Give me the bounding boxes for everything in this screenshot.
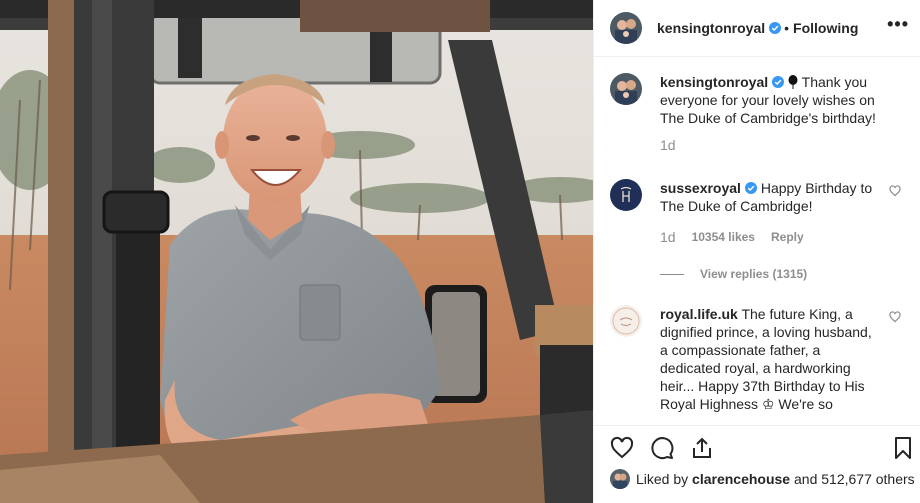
comment-bubble-icon[interactable] [650,436,674,460]
like-heart-icon[interactable] [610,436,634,460]
liked-by-user[interactable]: clarencehouse [692,471,790,487]
post-header: kensingtonroyal • Following ••• [594,0,920,57]
commenter-avatar[interactable] [610,179,642,211]
caption-avatar[interactable] [610,73,642,105]
comment-item: royal.life.uk The future King, a dignifi… [610,305,905,413]
liked-by: Liked by clarencehouse and 512,677 other… [610,469,915,489]
comment-username[interactable]: sussexroyal [660,180,741,196]
reply-button[interactable]: Reply [771,228,804,246]
author-avatar[interactable] [610,12,642,44]
commenter-avatar[interactable] [610,305,642,337]
verified-badge-icon [744,182,757,194]
heart-icon[interactable] [889,311,901,323]
bookmark-icon[interactable] [891,436,915,460]
liked-by-prefix: Liked by [636,471,689,487]
post-image [0,0,593,503]
balloon-icon [788,75,798,89]
view-replies-label: View replies (1315) [700,267,808,281]
liker-avatar[interactable] [610,469,630,489]
view-replies-button[interactable]: View replies (1315) [660,267,807,281]
caption-timestamp[interactable]: 1d [660,136,882,154]
post-sidebar: kensingtonroyal • Following ••• kensingt… [593,0,920,503]
liked-by-suffix[interactable]: and 512,677 others [794,471,915,487]
action-bar [594,425,920,467]
following-button[interactable]: Following [793,20,858,36]
post-photo[interactable] [0,0,593,503]
replies-divider [660,273,684,275]
comment-likes[interactable]: 10354 likes [692,228,755,246]
share-icon[interactable] [690,436,714,460]
post-caption: kensingtonroyal Thank you everyone for y… [610,73,905,154]
caption-username[interactable]: kensingtonroyal [660,74,768,90]
header-separator: • [784,20,790,36]
comment-timestamp[interactable]: 1d [660,228,676,246]
verified-badge-icon [772,76,785,88]
more-options-icon[interactable]: ••• [887,14,909,35]
comments-list[interactable]: kensingtonroyal Thank you everyone for y… [594,57,920,425]
author-username[interactable]: kensingtonroyal [657,20,765,36]
comment-item: sussexroyal Happy Birthday to The Duke o… [610,179,905,246]
heart-icon[interactable] [889,185,901,197]
comment-username[interactable]: royal.life.uk [660,306,738,322]
verified-badge-icon [769,22,782,34]
